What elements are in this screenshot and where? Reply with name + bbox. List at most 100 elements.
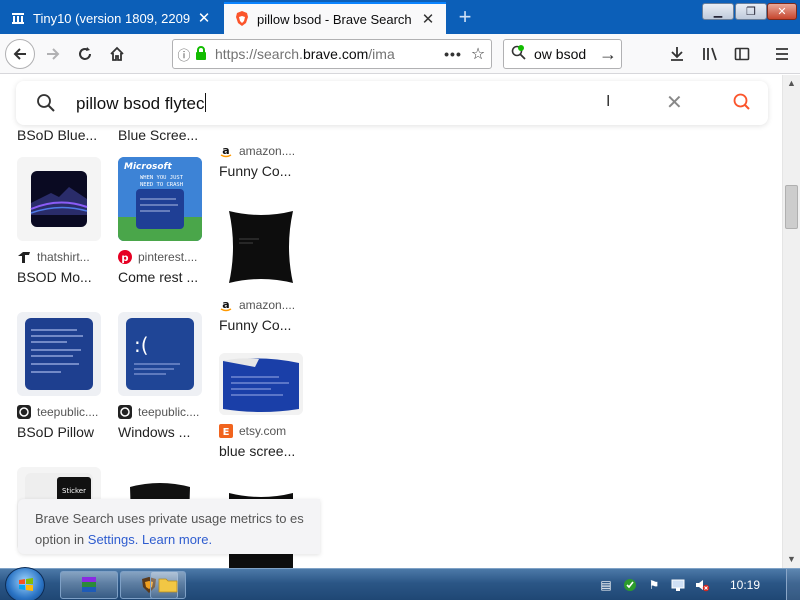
url-prefix: https://search.	[215, 46, 303, 62]
arrow-left-icon	[13, 48, 26, 60]
maximize-button[interactable]: ❐	[735, 3, 767, 20]
home-icon	[110, 46, 124, 61]
arrow-right-icon[interactable]: →	[595, 44, 621, 65]
result-source-text: pinterest....	[138, 250, 198, 264]
search-query-text: pillow bsod flytec	[76, 94, 205, 113]
volume-muted-icon[interactable]	[694, 577, 710, 593]
archive-icon	[10, 10, 26, 26]
bookmark-star-icon[interactable]: ☆	[465, 44, 491, 64]
notice-line2: option in Settings. Learn more.	[35, 529, 320, 550]
usage-metrics-notice: Brave Search uses private usage metrics …	[18, 499, 320, 554]
action-center-flag-icon[interactable]: ⚑	[646, 577, 662, 593]
search-engine-icon[interactable]	[504, 44, 534, 64]
taskbar-winrar-button[interactable]	[60, 571, 118, 599]
arrow-right-icon	[47, 48, 60, 60]
url-text: https://search.brave.com/ima	[211, 46, 441, 62]
start-button[interactable]	[5, 567, 45, 600]
submit-search-icon[interactable]	[732, 92, 754, 114]
pinterest-favicon-icon: p	[118, 250, 132, 264]
scrollbar-thumb[interactable]	[785, 185, 798, 229]
info-icon[interactable]: ⓘ	[173, 45, 195, 64]
search-input[interactable]: pillow bsod flytec	[76, 93, 206, 114]
learn-more-link[interactable]: Learn more.	[142, 532, 212, 547]
taskbar-explorer-button[interactable]	[150, 571, 186, 599]
result-source-text: amazon....	[239, 144, 296, 158]
menu-icon[interactable]	[768, 40, 796, 68]
result-title: BSoD Pillow	[17, 424, 95, 440]
address-bar[interactable]: ⓘ https://search.brave.com/ima ••• ☆	[172, 39, 492, 69]
result-card[interactable]: thatshirt... BSOD Mo...	[17, 157, 101, 285]
url-path: /ima	[368, 46, 395, 62]
result-thumbnail[interactable]	[219, 353, 303, 415]
result-source: thatshirt...	[17, 250, 101, 264]
reload-button[interactable]	[70, 39, 100, 69]
scroll-down-icon[interactable]: ▼	[783, 551, 800, 568]
teepublic-favicon-icon	[118, 405, 132, 419]
page-actions-icon[interactable]: •••	[441, 46, 465, 62]
result-title: Come rest ...	[118, 269, 199, 285]
clear-search-icon[interactable]: ✕	[666, 90, 683, 115]
tab-brave-search[interactable]: pillow bsod - Brave Search ✕	[224, 2, 446, 34]
amazon-favicon-icon: a	[219, 298, 233, 312]
sad-face-text: :(	[134, 333, 149, 357]
result-card[interactable]: Blue Scree...	[118, 122, 202, 143]
result-thumbnail[interactable]: :(	[118, 312, 202, 396]
amazon-favicon-icon: a	[219, 144, 233, 158]
sidebar-icon[interactable]	[728, 40, 756, 68]
downloads-icon[interactable]	[663, 40, 691, 68]
result-thumbnail[interactable]	[219, 205, 303, 289]
result-card[interactable]: teepublic.... BSoD Pillow	[17, 312, 101, 440]
back-button[interactable]	[5, 39, 35, 69]
tab-strip: Tiny10 (version 1809, 2209 and ✕ pillow …	[0, 0, 800, 34]
scroll-up-icon[interactable]: ▲	[783, 75, 800, 92]
result-source: a amazon....	[219, 144, 303, 158]
result-card[interactable]: a amazon.... Funny Co...	[219, 205, 303, 333]
thumbnail-caption-line1: WHEN YOU JUST	[140, 175, 184, 181]
close-window-button[interactable]: ✕	[767, 3, 797, 20]
tab-title: pillow bsod - Brave Search	[257, 11, 412, 27]
winrar-icon	[82, 577, 96, 592]
result-source: p pinterest....	[118, 250, 202, 264]
svg-text:a: a	[222, 298, 229, 311]
result-title: Funny Co...	[219, 317, 292, 333]
result-thumbnail[interactable]	[17, 157, 101, 241]
library-icon[interactable]	[696, 40, 724, 68]
forward-button[interactable]	[38, 39, 68, 69]
result-title: Windows ...	[118, 424, 191, 440]
taskbar-clock[interactable]: 10:19	[730, 578, 760, 592]
svg-text:a: a	[222, 144, 229, 157]
result-card[interactable]: E etsy.com blue scree...	[219, 353, 303, 459]
tab-tiny10[interactable]: Tiny10 (version 1809, 2209 and ✕	[0, 2, 222, 34]
result-thumbnail[interactable]	[17, 312, 101, 396]
result-card[interactable]: Microsoft WHEN YOU JUST NEED TO CRASH p …	[118, 157, 202, 285]
thumbnail-caption-line2: NEED TO CRASH	[140, 182, 183, 188]
result-card[interactable]: :( teepublic.... Windows ...	[118, 312, 202, 440]
close-tab-icon[interactable]: ✕	[418, 9, 438, 29]
network-icon[interactable]	[670, 577, 686, 593]
result-thumbnail[interactable]: Microsoft WHEN YOU JUST NEED TO CRASH	[118, 157, 202, 241]
windows-logo-icon	[19, 578, 33, 591]
search-panel: pillow bsod flytec I ✕	[16, 81, 768, 125]
microsoft-thumbnail-text: Microsoft	[124, 162, 172, 172]
result-title: blue scree...	[219, 443, 296, 459]
notice-line2-prefix: option in	[35, 532, 85, 547]
home-button[interactable]	[102, 39, 132, 69]
result-title: BSOD Mo...	[17, 269, 92, 285]
result-source-text: thatshirt...	[37, 250, 90, 264]
minimize-button[interactable]: ▁	[702, 3, 734, 20]
result-card[interactable]: BSoD Blue...	[17, 122, 101, 143]
new-tab-button[interactable]: +	[452, 5, 478, 31]
tray-security-icon[interactable]	[622, 577, 638, 593]
result-title: Blue Scree...	[118, 127, 199, 143]
settings-link[interactable]: Settings.	[88, 532, 139, 547]
show-desktop-button[interactable]	[786, 569, 800, 600]
svg-text:p: p	[121, 253, 128, 264]
search-box[interactable]: ow bsod →	[503, 39, 622, 69]
page-scrollbar[interactable]: ▲ ▼	[782, 75, 800, 568]
close-tab-icon[interactable]: ✕	[194, 8, 214, 28]
search-icon	[36, 93, 56, 113]
text-cursor	[204, 93, 206, 112]
navigation-toolbar: ⓘ https://search.brave.com/ima ••• ☆ ow …	[0, 34, 800, 74]
result-card[interactable]: a amazon.... Funny Co...	[219, 144, 303, 179]
tray-document-icon[interactable]: ▤	[598, 577, 614, 593]
